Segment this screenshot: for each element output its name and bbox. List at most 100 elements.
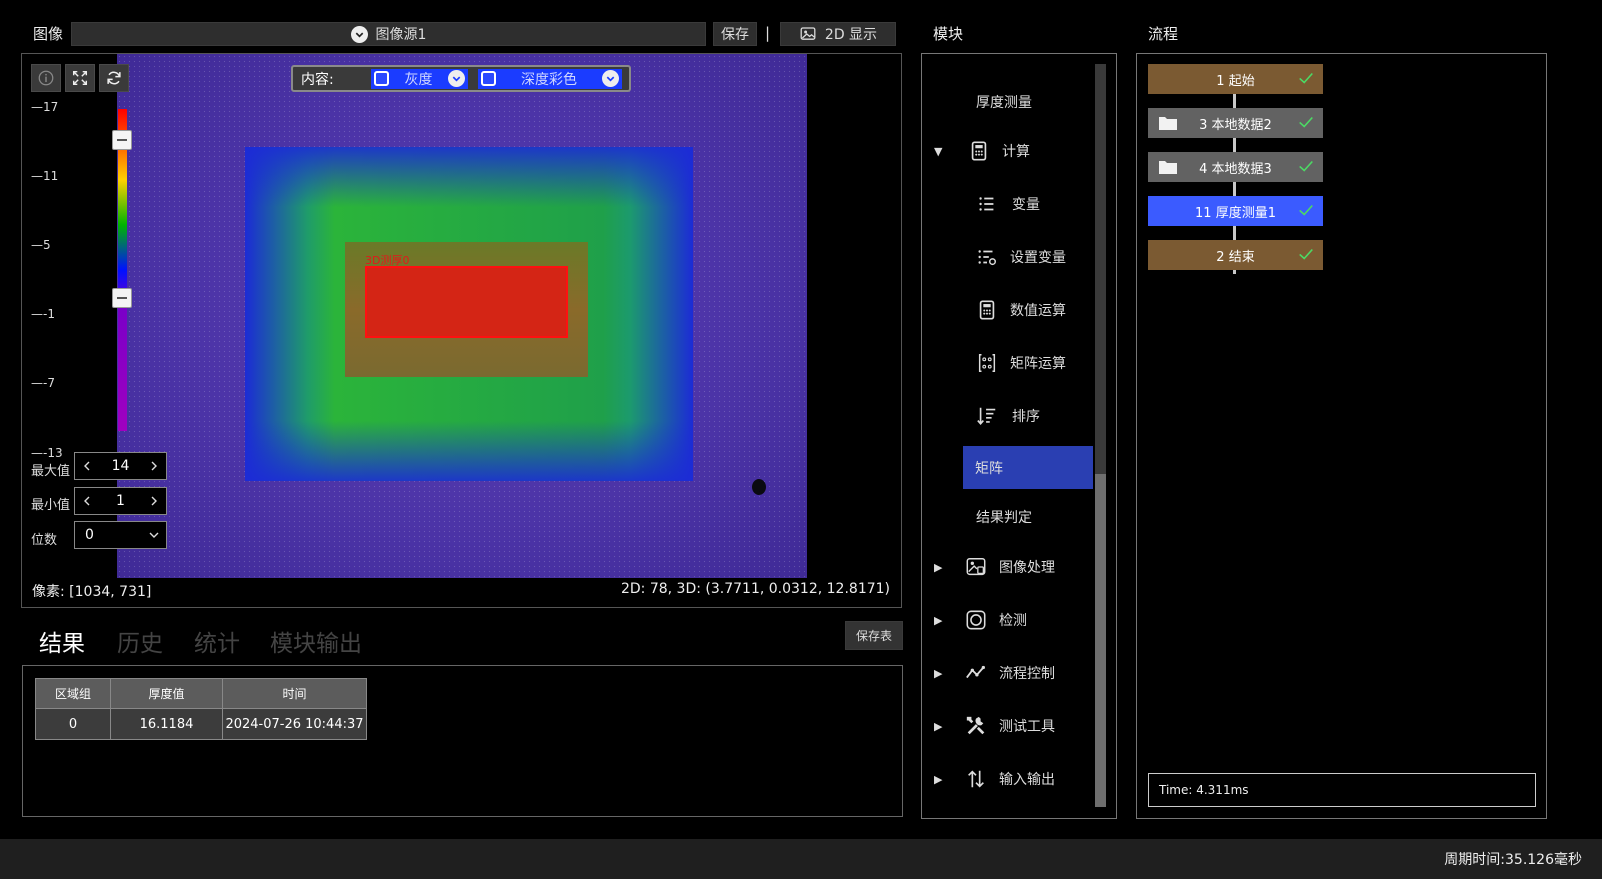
flow-node-local-data2[interactable]: 3 本地数据2 [1148,108,1323,138]
image-panel-title: 图像 [33,25,64,43]
digits-label: 位数 [31,533,58,548]
module-item-result-judge[interactable]: 结果判定 [976,507,1032,527]
module-item-label: 矩阵 [975,461,1003,477]
module-item-set-variable[interactable]: 设置变量 [976,246,1066,268]
module-item-matrix-op[interactable]: 矩阵运算 [976,352,1066,374]
save-image-button[interactable]: 保存 [713,22,757,46]
tab-history[interactable]: 历史 [117,624,163,658]
image-viewport[interactable]: 3D测厚0 内容: 灰度 深度彩色 —17 —11 —5 —-1 —-7 —-1… [21,53,902,608]
check-icon [1299,72,1313,84]
module-item-label: 检测 [999,613,1027,629]
depth-color-checkbox[interactable] [481,71,496,86]
table-cell: 16.1184 [110,708,223,740]
module-group-image-process[interactable]: ▶ 图像处理 [934,556,1055,578]
expanded-triangle-icon: ▼ [934,144,943,158]
module-panel-title: 模块 [933,25,964,43]
image-icon [800,27,816,40]
min-value-stepper[interactable]: 1 [74,487,167,515]
flow-node-label: 4 本地数据3 [1199,161,1272,177]
expand-icon [72,70,88,86]
content-toolbar: 内容: 灰度 深度彩色 [291,65,631,92]
collapsed-triangle-icon: ▶ [934,719,943,733]
chevron-right-icon[interactable] [148,495,160,507]
gray-combo[interactable]: 灰度 [371,68,468,89]
gray-checkbox[interactable] [374,71,389,86]
column-header[interactable]: 时间 [222,678,367,709]
chevron-down-icon [602,70,619,87]
column-header[interactable]: 区域组 [35,678,111,709]
chevron-down-icon [350,25,368,43]
fullscreen-button[interactable] [65,64,95,92]
module-scrollbar-thumb[interactable] [1095,474,1106,807]
scale-tick: —-7 [31,376,55,390]
trend-icon [966,665,985,679]
flow-node-thickness[interactable]: 11 厚度测量1 [1148,196,1323,226]
flow-node-label: 2 结束 [1216,249,1255,265]
image-source-select[interactable]: 图像源1 [71,22,706,46]
scale-tick: —11 [31,169,59,183]
flow-node-start[interactable]: 1 起始 [1148,64,1323,94]
max-scale-handle[interactable] [112,130,132,150]
collapsed-triangle-icon: ▶ [934,666,943,680]
min-scale-handle[interactable] [112,288,132,308]
camera-frame-icon [966,610,986,630]
tab-results[interactable]: 结果 [39,624,85,658]
roi-rectangle[interactable] [365,266,568,338]
table-cell: 0 [35,708,111,740]
module-item-sort[interactable]: 排序 [976,405,1040,427]
module-group-flow-control[interactable]: ▶ 流程控制 [934,662,1055,684]
swap-icon [968,770,984,788]
image-spot [752,479,766,495]
chevron-right-icon[interactable] [148,460,160,472]
module-group-compute[interactable]: ▼ 计算 [934,140,1030,162]
module-group-io[interactable]: ▶ 输入输出 [934,768,1055,790]
results-panel: 区域组 厚度值 时间 0 16.1184 2024-07-26 10:44:37 [22,665,903,817]
save-table-button[interactable]: 保存表 [845,621,903,650]
roi-label: 3D测厚0 [365,254,410,267]
refresh-button[interactable] [99,64,129,92]
chevron-left-icon[interactable] [81,495,93,507]
flow-node-end[interactable]: 2 结束 [1148,240,1323,270]
module-item-label: 数值运算 [1010,303,1066,319]
calculator-icon [979,300,995,320]
image-process-icon [966,558,986,576]
results-table: 区域组 厚度值 时间 0 16.1184 2024-07-26 10:44:37 [35,678,367,740]
module-item-label: 流程控制 [999,666,1055,682]
content-label: 内容: [301,71,334,88]
tab-module-output[interactable]: 模块输出 [270,624,362,658]
module-item-numeric-op[interactable]: 数值运算 [976,299,1066,321]
digits-value: 0 [85,527,94,543]
column-header[interactable]: 厚度值 [110,678,223,709]
scale-tick: —-1 [31,307,55,321]
module-group-detection[interactable]: ▶ 检测 [934,609,1027,631]
app-window: 图像 图像源1 保存 | 2D 显示 3D测厚0 内容: 灰度 深度彩色 —17… [0,0,1602,879]
status-bar: 周期时间:35.126毫秒 [0,839,1602,879]
module-item-label: 排序 [1012,409,1040,425]
coord-readout: 2D: 78, 3D: (3.7711, 0.0312, 12.8171) [620,581,890,597]
sort-icon [977,407,996,426]
image-source-value: 图像源1 [375,27,427,43]
module-item-label: 计算 [1002,144,1030,160]
table-row[interactable]: 0 16.1184 2024-07-26 10:44:37 [35,708,367,740]
chevron-left-icon[interactable] [81,460,93,472]
view-mode-button[interactable]: 2D 显示 [780,22,896,46]
module-item-matrix[interactable]: 矩阵 [963,446,1093,489]
min-label: 最小值 [31,498,71,513]
max-value-stepper[interactable]: 14 [74,452,167,480]
scale-tick: —5 [31,238,51,252]
module-item-thickness[interactable]: 厚度测量 [976,92,1032,112]
tab-statistics[interactable]: 统计 [194,624,240,658]
module-item-variable[interactable]: 变量 [976,193,1040,215]
digits-select[interactable]: 0 [74,521,167,549]
list-settings-icon [978,250,996,266]
flow-node-local-data3[interactable]: 4 本地数据3 [1148,152,1323,182]
depth-color-combo[interactable]: 深度彩色 [478,68,622,89]
calculator-icon [971,141,987,161]
flow-node-label: 11 厚度测量1 [1195,205,1276,221]
view-mode-label: 2D 显示 [824,27,878,43]
depth-color-label: 深度彩色 [521,71,577,88]
info-button[interactable] [31,64,61,92]
module-group-test-tools[interactable]: ▶ 测试工具 [934,715,1055,737]
collapsed-triangle-icon: ▶ [934,613,943,627]
chevron-down-icon [448,70,465,87]
